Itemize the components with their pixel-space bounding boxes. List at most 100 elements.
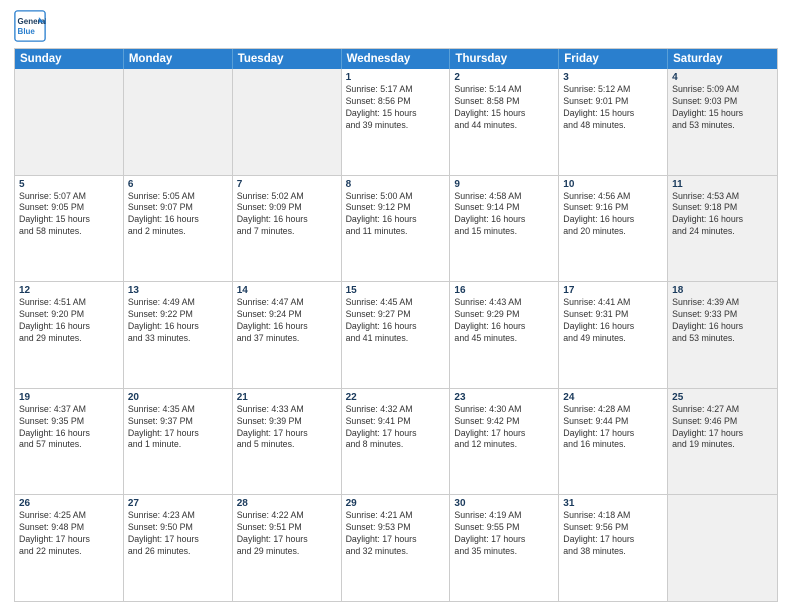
day-info: Sunrise: 4:30 AM Sunset: 9:42 PM Dayligh… — [454, 404, 554, 452]
day-cell-4: 4Sunrise: 5:09 AM Sunset: 9:03 PM Daylig… — [668, 69, 777, 175]
day-cell-11: 11Sunrise: 4:53 AM Sunset: 9:18 PM Dayli… — [668, 176, 777, 282]
day-cell-22: 22Sunrise: 4:32 AM Sunset: 9:41 PM Dayli… — [342, 389, 451, 495]
day-info: Sunrise: 4:56 AM Sunset: 9:16 PM Dayligh… — [563, 191, 663, 239]
day-cell-1: 1Sunrise: 5:17 AM Sunset: 8:56 PM Daylig… — [342, 69, 451, 175]
day-info: Sunrise: 4:33 AM Sunset: 9:39 PM Dayligh… — [237, 404, 337, 452]
day-info: Sunrise: 4:22 AM Sunset: 9:51 PM Dayligh… — [237, 510, 337, 558]
day-cell-30: 30Sunrise: 4:19 AM Sunset: 9:55 PM Dayli… — [450, 495, 559, 601]
weekday-header-wednesday: Wednesday — [342, 49, 451, 69]
empty-cell-0-1 — [124, 69, 233, 175]
calendar-row-0: 1Sunrise: 5:17 AM Sunset: 8:56 PM Daylig… — [15, 69, 777, 175]
calendar-header: SundayMondayTuesdayWednesdayThursdayFrid… — [15, 49, 777, 69]
day-number: 8 — [346, 179, 446, 190]
day-info: Sunrise: 4:27 AM Sunset: 9:46 PM Dayligh… — [672, 404, 773, 452]
day-cell-10: 10Sunrise: 4:56 AM Sunset: 9:16 PM Dayli… — [559, 176, 668, 282]
day-number: 4 — [672, 72, 773, 83]
day-number: 5 — [19, 179, 119, 190]
logo-icon: General Blue — [14, 10, 46, 42]
day-cell-2: 2Sunrise: 5:14 AM Sunset: 8:58 PM Daylig… — [450, 69, 559, 175]
day-number: 10 — [563, 179, 663, 190]
day-info: Sunrise: 5:09 AM Sunset: 9:03 PM Dayligh… — [672, 84, 773, 132]
weekday-header-monday: Monday — [124, 49, 233, 69]
day-info: Sunrise: 4:47 AM Sunset: 9:24 PM Dayligh… — [237, 297, 337, 345]
day-number: 9 — [454, 179, 554, 190]
day-cell-19: 19Sunrise: 4:37 AM Sunset: 9:35 PM Dayli… — [15, 389, 124, 495]
day-number: 22 — [346, 392, 446, 403]
day-info: Sunrise: 4:19 AM Sunset: 9:55 PM Dayligh… — [454, 510, 554, 558]
day-number: 31 — [563, 498, 663, 509]
day-info: Sunrise: 5:14 AM Sunset: 8:58 PM Dayligh… — [454, 84, 554, 132]
weekday-header-tuesday: Tuesday — [233, 49, 342, 69]
weekday-header-friday: Friday — [559, 49, 668, 69]
day-number: 14 — [237, 285, 337, 296]
empty-cell-0-2 — [233, 69, 342, 175]
day-info: Sunrise: 4:49 AM Sunset: 9:22 PM Dayligh… — [128, 297, 228, 345]
day-number: 27 — [128, 498, 228, 509]
calendar-row-1: 5Sunrise: 5:07 AM Sunset: 9:05 PM Daylig… — [15, 175, 777, 282]
day-cell-31: 31Sunrise: 4:18 AM Sunset: 9:56 PM Dayli… — [559, 495, 668, 601]
day-info: Sunrise: 5:02 AM Sunset: 9:09 PM Dayligh… — [237, 191, 337, 239]
day-number: 7 — [237, 179, 337, 190]
day-number: 12 — [19, 285, 119, 296]
day-cell-9: 9Sunrise: 4:58 AM Sunset: 9:14 PM Daylig… — [450, 176, 559, 282]
day-number: 13 — [128, 285, 228, 296]
day-cell-20: 20Sunrise: 4:35 AM Sunset: 9:37 PM Dayli… — [124, 389, 233, 495]
day-info: Sunrise: 4:32 AM Sunset: 9:41 PM Dayligh… — [346, 404, 446, 452]
day-info: Sunrise: 5:12 AM Sunset: 9:01 PM Dayligh… — [563, 84, 663, 132]
day-info: Sunrise: 4:23 AM Sunset: 9:50 PM Dayligh… — [128, 510, 228, 558]
day-cell-26: 26Sunrise: 4:25 AM Sunset: 9:48 PM Dayli… — [15, 495, 124, 601]
day-cell-13: 13Sunrise: 4:49 AM Sunset: 9:22 PM Dayli… — [124, 282, 233, 388]
calendar-row-2: 12Sunrise: 4:51 AM Sunset: 9:20 PM Dayli… — [15, 281, 777, 388]
day-cell-15: 15Sunrise: 4:45 AM Sunset: 9:27 PM Dayli… — [342, 282, 451, 388]
calendar-row-4: 26Sunrise: 4:25 AM Sunset: 9:48 PM Dayli… — [15, 494, 777, 601]
day-number: 17 — [563, 285, 663, 296]
day-number: 25 — [672, 392, 773, 403]
day-cell-27: 27Sunrise: 4:23 AM Sunset: 9:50 PM Dayli… — [124, 495, 233, 601]
day-info: Sunrise: 4:39 AM Sunset: 9:33 PM Dayligh… — [672, 297, 773, 345]
day-number: 2 — [454, 72, 554, 83]
day-number: 19 — [19, 392, 119, 403]
day-info: Sunrise: 4:18 AM Sunset: 9:56 PM Dayligh… — [563, 510, 663, 558]
day-info: Sunrise: 4:35 AM Sunset: 9:37 PM Dayligh… — [128, 404, 228, 452]
day-info: Sunrise: 4:37 AM Sunset: 9:35 PM Dayligh… — [19, 404, 119, 452]
day-cell-21: 21Sunrise: 4:33 AM Sunset: 9:39 PM Dayli… — [233, 389, 342, 495]
day-info: Sunrise: 5:05 AM Sunset: 9:07 PM Dayligh… — [128, 191, 228, 239]
day-info: Sunrise: 4:21 AM Sunset: 9:53 PM Dayligh… — [346, 510, 446, 558]
day-info: Sunrise: 4:43 AM Sunset: 9:29 PM Dayligh… — [454, 297, 554, 345]
day-number: 11 — [672, 179, 773, 190]
day-cell-23: 23Sunrise: 4:30 AM Sunset: 9:42 PM Dayli… — [450, 389, 559, 495]
day-cell-5: 5Sunrise: 5:07 AM Sunset: 9:05 PM Daylig… — [15, 176, 124, 282]
weekday-header-saturday: Saturday — [668, 49, 777, 69]
calendar-body: 1Sunrise: 5:17 AM Sunset: 8:56 PM Daylig… — [15, 69, 777, 601]
day-cell-24: 24Sunrise: 4:28 AM Sunset: 9:44 PM Dayli… — [559, 389, 668, 495]
day-cell-12: 12Sunrise: 4:51 AM Sunset: 9:20 PM Dayli… — [15, 282, 124, 388]
day-number: 28 — [237, 498, 337, 509]
day-number: 16 — [454, 285, 554, 296]
day-number: 1 — [346, 72, 446, 83]
day-info: Sunrise: 4:58 AM Sunset: 9:14 PM Dayligh… — [454, 191, 554, 239]
day-number: 30 — [454, 498, 554, 509]
day-cell-25: 25Sunrise: 4:27 AM Sunset: 9:46 PM Dayli… — [668, 389, 777, 495]
day-number: 21 — [237, 392, 337, 403]
day-info: Sunrise: 5:17 AM Sunset: 8:56 PM Dayligh… — [346, 84, 446, 132]
day-cell-29: 29Sunrise: 4:21 AM Sunset: 9:53 PM Dayli… — [342, 495, 451, 601]
day-number: 20 — [128, 392, 228, 403]
day-info: Sunrise: 4:41 AM Sunset: 9:31 PM Dayligh… — [563, 297, 663, 345]
day-cell-7: 7Sunrise: 5:02 AM Sunset: 9:09 PM Daylig… — [233, 176, 342, 282]
header: General Blue — [14, 10, 778, 42]
weekday-header-sunday: Sunday — [15, 49, 124, 69]
calendar: SundayMondayTuesdayWednesdayThursdayFrid… — [14, 48, 778, 602]
day-cell-3: 3Sunrise: 5:12 AM Sunset: 9:01 PM Daylig… — [559, 69, 668, 175]
day-info: Sunrise: 5:00 AM Sunset: 9:12 PM Dayligh… — [346, 191, 446, 239]
day-info: Sunrise: 5:07 AM Sunset: 9:05 PM Dayligh… — [19, 191, 119, 239]
day-info: Sunrise: 4:25 AM Sunset: 9:48 PM Dayligh… — [19, 510, 119, 558]
day-number: 6 — [128, 179, 228, 190]
day-info: Sunrise: 4:28 AM Sunset: 9:44 PM Dayligh… — [563, 404, 663, 452]
day-number: 29 — [346, 498, 446, 509]
logo: General Blue — [14, 10, 46, 42]
day-number: 3 — [563, 72, 663, 83]
day-cell-28: 28Sunrise: 4:22 AM Sunset: 9:51 PM Dayli… — [233, 495, 342, 601]
day-cell-17: 17Sunrise: 4:41 AM Sunset: 9:31 PM Dayli… — [559, 282, 668, 388]
day-info: Sunrise: 4:45 AM Sunset: 9:27 PM Dayligh… — [346, 297, 446, 345]
day-cell-16: 16Sunrise: 4:43 AM Sunset: 9:29 PM Dayli… — [450, 282, 559, 388]
